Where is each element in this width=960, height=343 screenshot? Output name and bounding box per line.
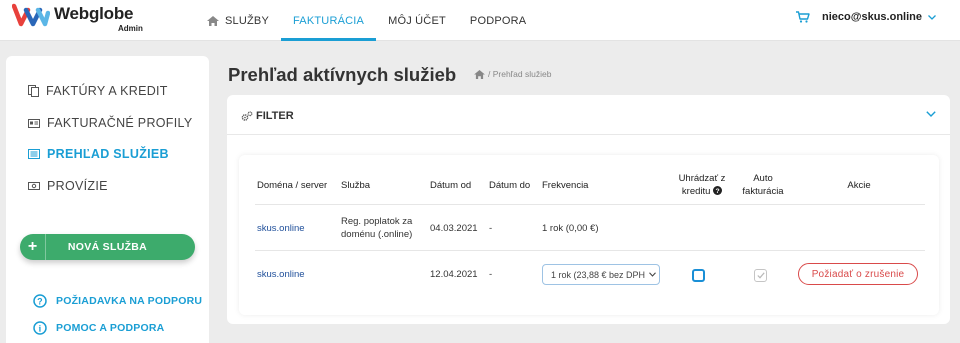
row1-domain-link[interactable]: skus.online <box>257 222 305 235</box>
header-auto-line2: fakturácia <box>742 186 784 197</box>
sidebar-item-label: FAKTÚRY A KREDIT <box>46 84 168 98</box>
row2-date-to: - <box>489 269 493 280</box>
nav-item-label: MÔJ ÚČET <box>388 14 446 27</box>
header-actions: Akcie <box>847 180 871 191</box>
chevron-down-icon[interactable] <box>926 111 936 117</box>
header-date-to: Dátum do <box>489 180 531 191</box>
svg-text:?: ? <box>37 297 43 307</box>
header-auto: Auto fakturácia <box>735 172 791 198</box>
header-domain: Doména / server <box>257 180 328 191</box>
nav-item-moj-ucet[interactable]: MÔJ ÚČET <box>376 0 458 41</box>
header-service: Služba <box>341 180 371 191</box>
logo[interactable]: Webglobe Admin <box>12 2 143 36</box>
pay-from-credit-checkbox[interactable] <box>692 269 705 282</box>
info-circle-icon: i <box>33 321 47 335</box>
svg-text:?: ? <box>716 188 720 195</box>
sidebar-item-label: PROVÍZIE <box>47 179 108 193</box>
row1-date-to: - <box>489 223 493 234</box>
brand-sub: Admin <box>118 24 143 33</box>
nav-item-podpora[interactable]: PODPORA <box>458 0 538 41</box>
home-icon[interactable] <box>474 69 485 79</box>
question-circle-icon[interactable]: ? <box>713 186 723 195</box>
checkmark-icon <box>756 272 765 279</box>
filter-label: FILTER <box>256 110 294 122</box>
money-icon <box>28 182 40 190</box>
filter-title: FILTER <box>241 110 294 122</box>
sidebar-item-label: FAKTURAČNÉ PROFILY <box>47 116 193 130</box>
user-menu[interactable]: nieco@skus.online <box>796 0 936 34</box>
cart-icon[interactable] <box>796 11 810 23</box>
sidebar-item-faktury[interactable]: FAKTÚRY A KREDIT <box>28 84 168 98</box>
header-divider <box>255 204 925 205</box>
webglobe-logo-icon <box>12 3 50 27</box>
breadcrumb-current: / Prehľad služieb <box>488 69 552 79</box>
nav-item-label: SLUŽBY <box>225 14 269 27</box>
services-table: Doména / server Služba Dátum od Dátum do… <box>239 155 939 315</box>
header-date-from: Dátum od <box>430 180 472 191</box>
row1-service: Reg. poplatok za doménu (.online) <box>341 215 412 241</box>
sidebar: FAKTÚRY A KREDIT FAKTURAČNÉ PROFILY PREH… <box>6 56 209 343</box>
filter-header[interactable]: FILTER <box>227 95 950 135</box>
header-credit: Uhrádzať z kreditu ? <box>667 172 737 198</box>
gears-icon <box>241 110 253 122</box>
nav-item-label: FAKTURÁCIA <box>293 14 365 27</box>
new-service-button[interactable]: + NOVÁ SLUŽBA <box>20 234 195 260</box>
help-link[interactable]: i POMOC A PODPORA <box>33 321 164 335</box>
brand-name: Webglobe <box>54 4 134 23</box>
row1-date-from: 04.03.2021 <box>430 223 478 234</box>
page-title: Prehľad aktívnych služieb <box>228 64 457 85</box>
sidebar-item-profily[interactable]: FAKTURAČNÉ PROFILY <box>28 116 192 130</box>
support-request-label: POŽIADAVKA NA PODPORU <box>56 295 203 307</box>
support-request-link[interactable]: ? POŽIADAVKA NA PODPORU <box>33 294 202 308</box>
plus-icon: + <box>20 234 46 260</box>
id-card-icon <box>28 118 40 128</box>
row-divider <box>255 250 925 251</box>
header-credit-line2: kreditu ? <box>667 185 737 198</box>
header-credit-line2-text: kreditu <box>681 186 711 197</box>
auto-invoicing-checkbox[interactable] <box>754 269 767 282</box>
row1-service-line2: doménu (.online) <box>341 229 413 240</box>
chevron-down-icon <box>928 14 936 20</box>
sidebar-item-prehlad-sluzieb[interactable]: PREHĽAD SLUŽIEB <box>28 147 169 161</box>
header-frequency: Frekvencia <box>542 180 589 191</box>
user-email: nieco@skus.online <box>822 11 922 23</box>
nav-item-label: PODPORA <box>469 14 527 27</box>
home-icon <box>207 15 219 26</box>
nav-item-sluzby[interactable]: SLUŽBY <box>195 0 281 41</box>
row2-domain-link[interactable]: skus.online <box>257 268 305 281</box>
question-circle-icon: ? <box>33 294 47 308</box>
header-auto-line1: Auto <box>753 173 773 184</box>
frequency-select-value: 1 rok (23,88 € bez DPH) <box>551 269 645 280</box>
documents-icon <box>28 85 39 97</box>
sidebar-item-provizie[interactable]: PROVÍZIE <box>28 179 108 193</box>
row1-service-line1: Reg. poplatok za <box>341 216 413 227</box>
nav-item-fakturacia[interactable]: FAKTURÁCIA <box>281 0 377 41</box>
services-card: FILTER Doména / server Služba Dátum od D… <box>227 95 950 324</box>
breadcrumb: / Prehľad služieb <box>474 69 551 79</box>
frequency-select[interactable]: 1 rok (23,88 € bez DPH) <box>542 264 660 285</box>
help-label: POMOC A PODPORA <box>56 322 165 334</box>
main-nav: SLUŽBY FAKTURÁCIA MÔJ ÚČET PODPORA <box>195 0 538 41</box>
row2-date-from: 12.04.2021 <box>430 269 478 280</box>
chevron-down-icon <box>645 272 659 277</box>
sidebar-item-label: PREHĽAD SLUŽIEB <box>47 147 169 161</box>
top-bar: Webglobe Admin SLUŽBY FAKTURÁCIA MÔJ ÚČE… <box>0 0 960 41</box>
list-icon <box>28 149 40 159</box>
new-service-label: NOVÁ SLUŽBA <box>67 241 148 253</box>
svg-text:i: i <box>39 324 42 334</box>
request-cancellation-button[interactable]: Požiadať o zrušenie <box>798 263 918 285</box>
header-credit-line1: Uhrádzať z <box>678 173 726 184</box>
row1-frequency: 1 rok (0,00 €) <box>542 223 599 234</box>
